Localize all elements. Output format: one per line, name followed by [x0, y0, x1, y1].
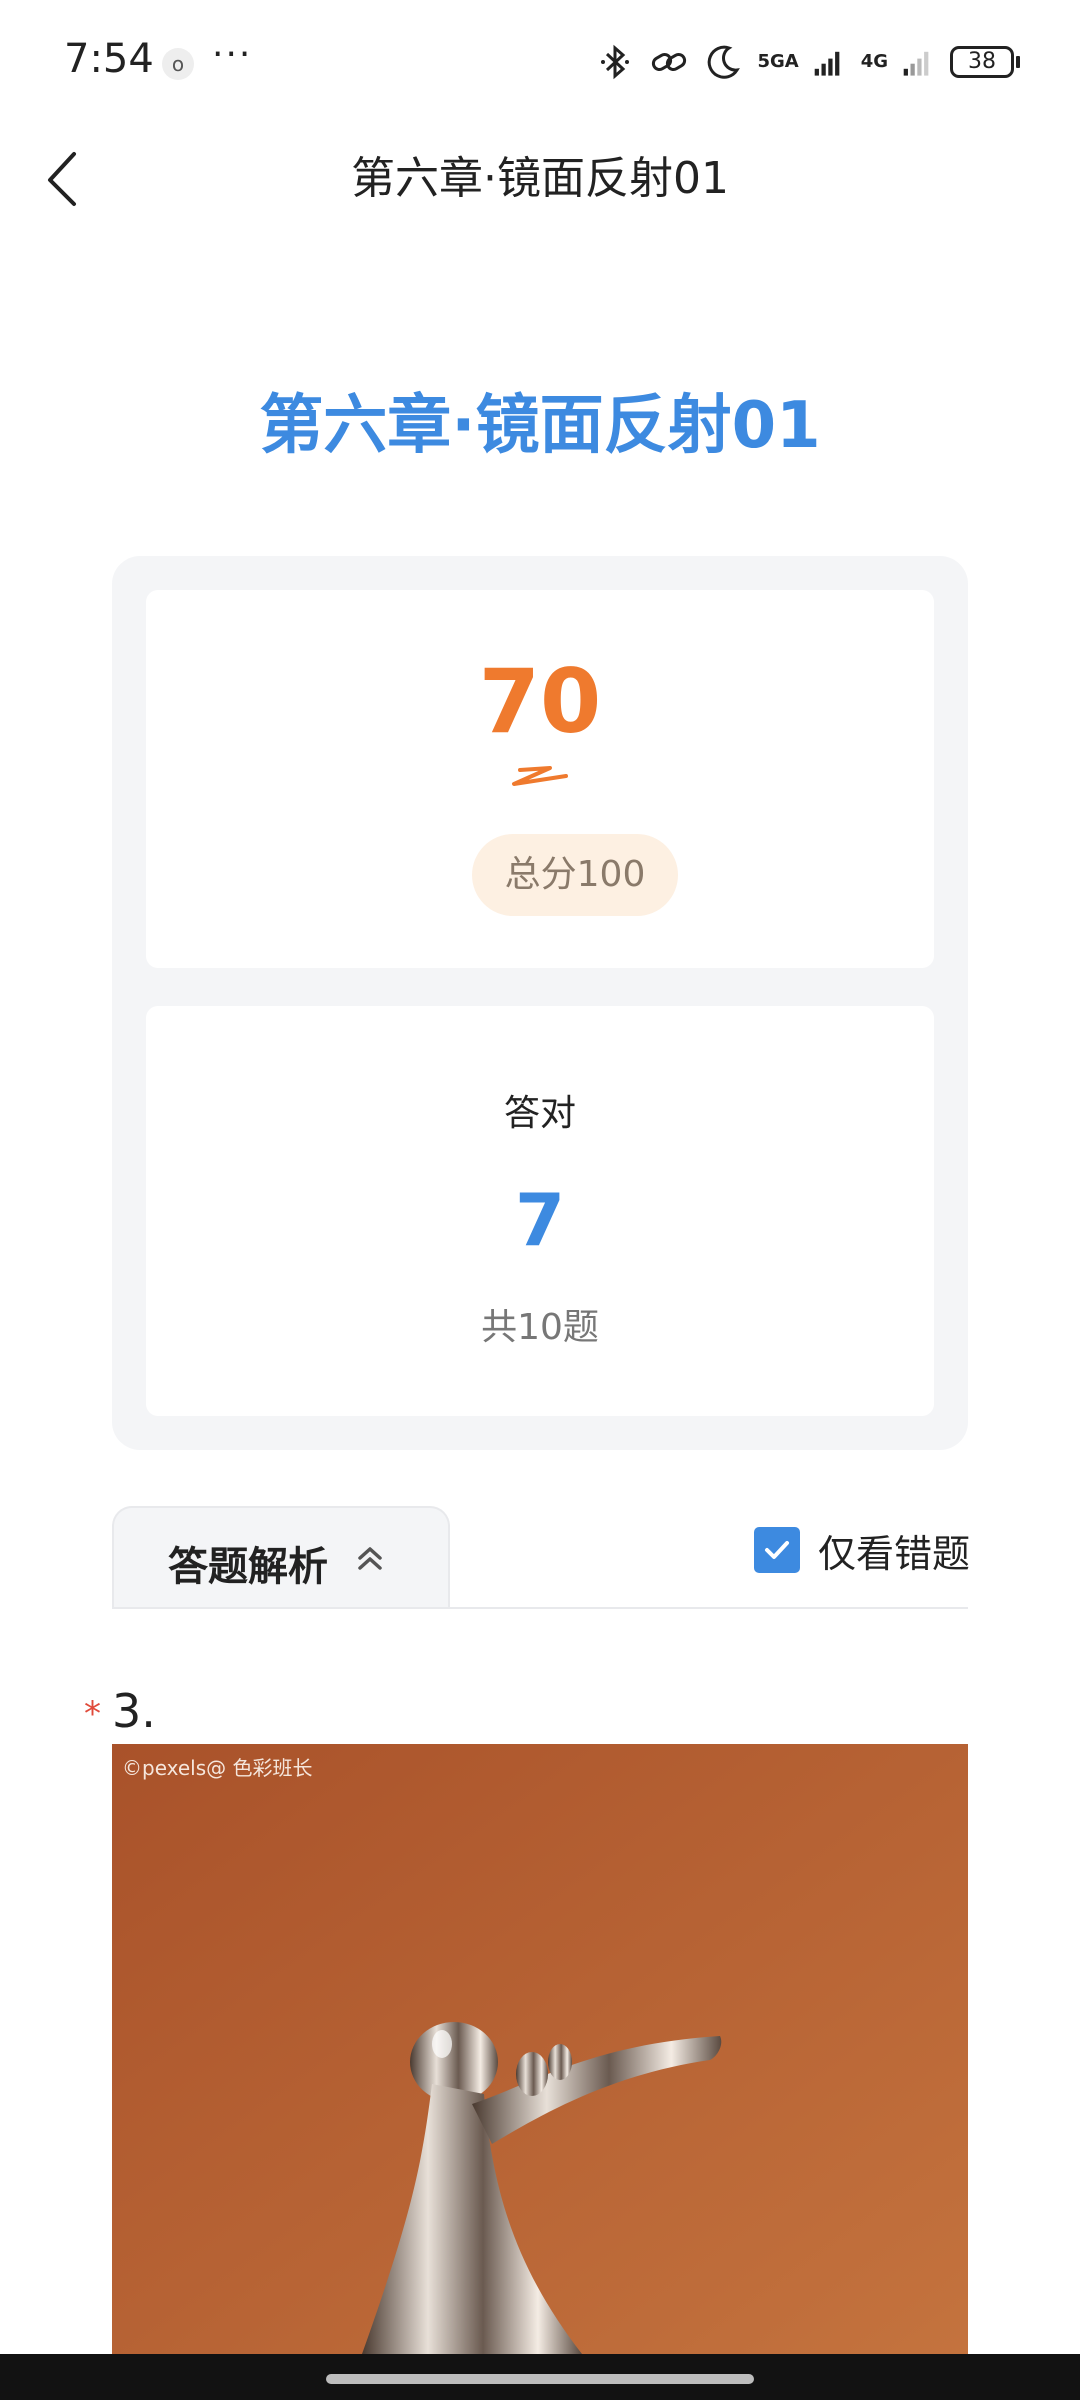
score-value: 70	[478, 650, 602, 753]
score-underline-icon	[512, 766, 568, 786]
score-panel: 70 总分100	[146, 590, 934, 968]
required-mark: *	[84, 1694, 101, 1734]
nav-bar: 第六章·镜面反射01	[0, 128, 1080, 224]
wrong-only-label: 仅看错题	[818, 1531, 971, 1576]
chrome-bird-figurine-image	[112, 1744, 968, 2354]
tab-answer-analysis[interactable]: 答题解析	[112, 1506, 450, 1608]
signal-5ga: 5GA	[757, 53, 798, 71]
question-total: 共10题	[481, 1307, 599, 1348]
status-time: 7:54	[64, 36, 154, 82]
bluetooth-icon	[601, 44, 630, 80]
wrong-only-toggle[interactable]: 仅看错题	[754, 1520, 970, 1580]
correct-label: 答对	[503, 1093, 576, 1134]
status-icons: 5GA 4G 38	[595, 38, 1020, 86]
nav-title: 第六章·镜面反射01	[351, 153, 729, 204]
correct-panel: 答对 7 共10题	[146, 1006, 934, 1416]
checkmark-icon	[765, 1541, 789, 1559]
link-icon	[652, 53, 687, 71]
total-score-badge: 总分100	[472, 834, 678, 916]
question-number: 3.	[112, 1684, 156, 1738]
tab-answer-analysis-label: 答题解析	[168, 1544, 328, 1590]
question-image: ©pexels@ 色彩班长	[112, 1744, 968, 2354]
signal-strength-2-icon	[903, 51, 929, 76]
battery-level: 38	[950, 46, 1014, 78]
do-not-disturb-moon-icon	[708, 45, 741, 79]
signal-4g-label: 4G	[860, 51, 888, 72]
app-notification-icon: o	[162, 48, 194, 80]
signal-strength-icon	[814, 51, 840, 76]
result-card: 70 总分100 答对 7 共10题	[112, 556, 968, 1450]
double-chevron-up-icon	[358, 1547, 382, 1570]
tab-divider	[112, 1607, 968, 1609]
image-watermark: ©pexels@ 色彩班长	[122, 1756, 313, 1780]
correct-count: 7	[514, 1178, 566, 1262]
signal-5ga-label: 5GA	[757, 51, 799, 72]
system-gesture-bar	[0, 2354, 1080, 2400]
more-notifications-icon: ···	[212, 34, 253, 75]
wrong-only-checkbox[interactable]	[754, 1527, 800, 1573]
status-bar: 7:54 o ··· 5GA 4G 38	[0, 0, 1080, 128]
page-title: 第六章·镜面反射01	[259, 389, 821, 463]
home-indicator[interactable]	[326, 2374, 754, 2384]
battery-icon: 38	[950, 46, 1020, 78]
